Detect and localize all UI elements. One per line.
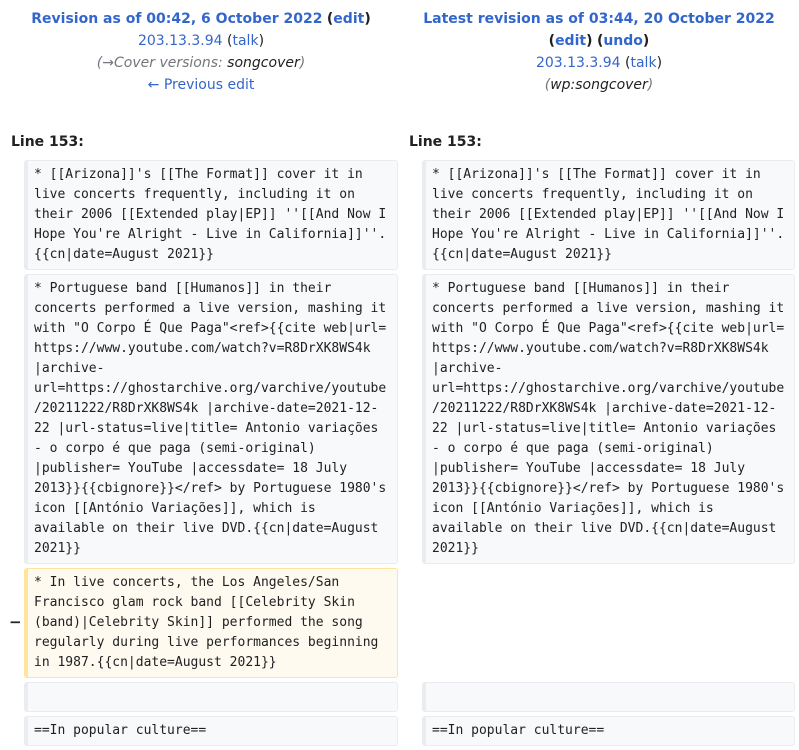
old-talk-link[interactable]: talk — [232, 33, 258, 49]
undo-link[interactable]: undo — [603, 33, 643, 49]
section-arrow-link[interactable]: → — [102, 55, 114, 71]
deletion-marker: − — [9, 613, 22, 631]
new-line-number: Line 153: — [409, 134, 482, 150]
paren-close: ) — [586, 33, 593, 49]
new-revision-header: Latest revision as of 03:44, 20 October … — [399, 8, 799, 96]
old-context-block — [24, 682, 398, 712]
old-edit-summary: (→Cover versions: songcover) — [96, 55, 306, 71]
new-edit-link[interactable]: edit — [555, 33, 586, 49]
summary-section: Cover versions: — [114, 55, 223, 71]
deleted-line-block: * In live concerts, the Los Angeles/San … — [24, 568, 398, 678]
new-edit-summary: (wp:songcover) — [544, 77, 654, 93]
old-line-number: Line 153: — [11, 134, 84, 150]
old-revision-header: Revision as of 00:42, 6 October 2022 (ed… — [0, 8, 402, 96]
new-context-block: * Portuguese band [[Humanos]] in their c… — [422, 274, 795, 564]
paren-close: ) — [258, 33, 265, 49]
summary-text: songcover — [222, 55, 300, 71]
old-context-block: * [[Arizona]]'s [[The Format]] cover it … — [24, 160, 398, 270]
new-context-block — [422, 682, 795, 712]
summary-text: wp:songcover — [550, 77, 648, 93]
new-revision-title-link[interactable]: Latest revision as of 03:44, 20 October … — [423, 11, 775, 27]
new-user-link[interactable]: 203.13.3.94 — [536, 55, 621, 71]
new-context-block: ==In popular culture== — [422, 716, 795, 746]
paren-close: ) — [642, 33, 650, 49]
old-edit-link[interactable]: edit — [333, 11, 364, 27]
new-talk-link[interactable]: talk — [630, 55, 656, 71]
new-context-block: * [[Arizona]]'s [[The Format]] cover it … — [422, 160, 795, 270]
old-revision-title-link[interactable]: Revision as of 00:42, 6 October 2022 — [31, 11, 322, 27]
old-user-link[interactable]: 203.13.3.94 — [138, 33, 223, 49]
old-context-block: * Portuguese band [[Humanos]] in their c… — [24, 274, 398, 564]
paren-close: ) — [364, 11, 371, 27]
old-context-block: ==In popular culture== — [24, 716, 398, 746]
paren-close: ) — [656, 55, 663, 71]
previous-edit-link[interactable]: ← Previous edit — [148, 77, 255, 93]
